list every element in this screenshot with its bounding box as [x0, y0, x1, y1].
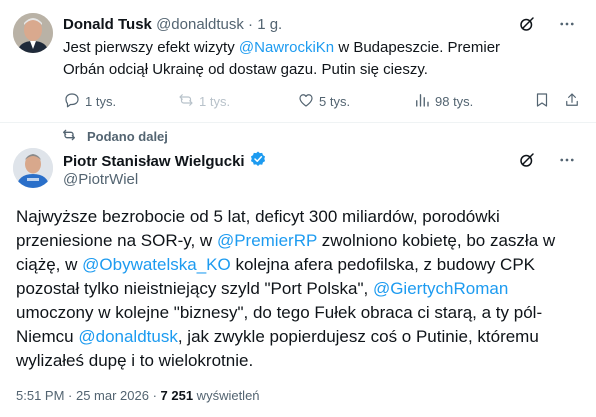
- mention-link[interactable]: @NawrockiKn: [239, 39, 334, 56]
- reply-button[interactable]: 1 tys.: [63, 91, 116, 111]
- views-count: 7 251: [160, 388, 194, 403]
- tweet-meta: 5:51 PM · 25 mar 2026 · 7 251 wyświetleń: [16, 388, 260, 404]
- repost-count: 1 tys.: [199, 93, 231, 109]
- mention-link[interactable]: @Obywatelska_KO: [82, 255, 231, 274]
- like-count: 5 tys.: [319, 93, 351, 109]
- avatar-donald-tusk[interactable]: [13, 13, 53, 53]
- bookmark-button[interactable]: [533, 91, 551, 111]
- share-icon: [563, 91, 581, 112]
- separator-dot: ·: [248, 16, 254, 33]
- tweet-text-part: Jest pierwszy efekt wizyty: [63, 39, 239, 56]
- tweet-text: Jest pierwszy efekt wizyty @NawrockiKn w…: [63, 37, 533, 81]
- tweet-action-bar: 1 tys. 1 tys. 5 tys. 98 tys.: [63, 91, 583, 111]
- like-icon: [297, 91, 315, 112]
- views-label: wyświetleń: [193, 388, 260, 403]
- mention-link[interactable]: @GiertychRoman: [373, 279, 508, 298]
- author-name[interactable]: Piotr Stanisław Wielgucki: [63, 152, 245, 171]
- author-name[interactable]: Donald Tusk: [63, 16, 152, 33]
- repost-icon: [61, 127, 77, 147]
- repost-indicator[interactable]: Podano dalej: [63, 127, 168, 147]
- quoted-tweet[interactable]: Donald Tusk @donaldtusk · 1 g. Jest pier…: [0, 0, 596, 122]
- tweet-header: Donald Tusk @donaldtusk · 1 g.: [63, 15, 282, 34]
- bookmark-icon: [533, 91, 551, 112]
- mention-link[interactable]: @donaldtusk: [78, 327, 178, 346]
- grok-icon[interactable]: [517, 14, 537, 34]
- like-button[interactable]: 5 tys.: [297, 91, 350, 111]
- author-handle[interactable]: @PiotrWiel: [63, 170, 138, 189]
- grok-icon[interactable]: [517, 150, 537, 170]
- more-icon[interactable]: [557, 150, 577, 170]
- share-button[interactable]: [563, 91, 581, 111]
- tweet-timestamp[interactable]: 1 g.: [257, 16, 282, 33]
- mention-link[interactable]: @PremierRP: [217, 231, 317, 250]
- tweet-divider: [0, 122, 596, 123]
- reply-count: 1 tys.: [85, 93, 117, 109]
- reply-icon: [63, 91, 81, 112]
- repost-button[interactable]: 1 tys.: [177, 91, 230, 111]
- views-count: 98 tys.: [435, 93, 474, 109]
- repost-icon: [177, 91, 195, 112]
- more-icon[interactable]: [557, 14, 577, 34]
- tweet-top-actions: [517, 150, 577, 170]
- views-button[interactable]: 98 tys.: [413, 91, 473, 111]
- repost-label: Podano dalej: [87, 129, 168, 144]
- avatar-piotr-wielgucki[interactable]: [13, 148, 53, 188]
- verified-badge-icon: [249, 150, 267, 173]
- author-handle[interactable]: @donaldtusk: [156, 16, 244, 33]
- views-icon: [413, 91, 431, 112]
- tweet-text: Najwyższe bezrobocie od 5 lat, deficyt 3…: [16, 205, 581, 373]
- tweet-timestamp[interactable]: 5:51 PM · 25 mar 2026 ·: [16, 388, 161, 403]
- tweet-top-actions: [517, 14, 577, 34]
